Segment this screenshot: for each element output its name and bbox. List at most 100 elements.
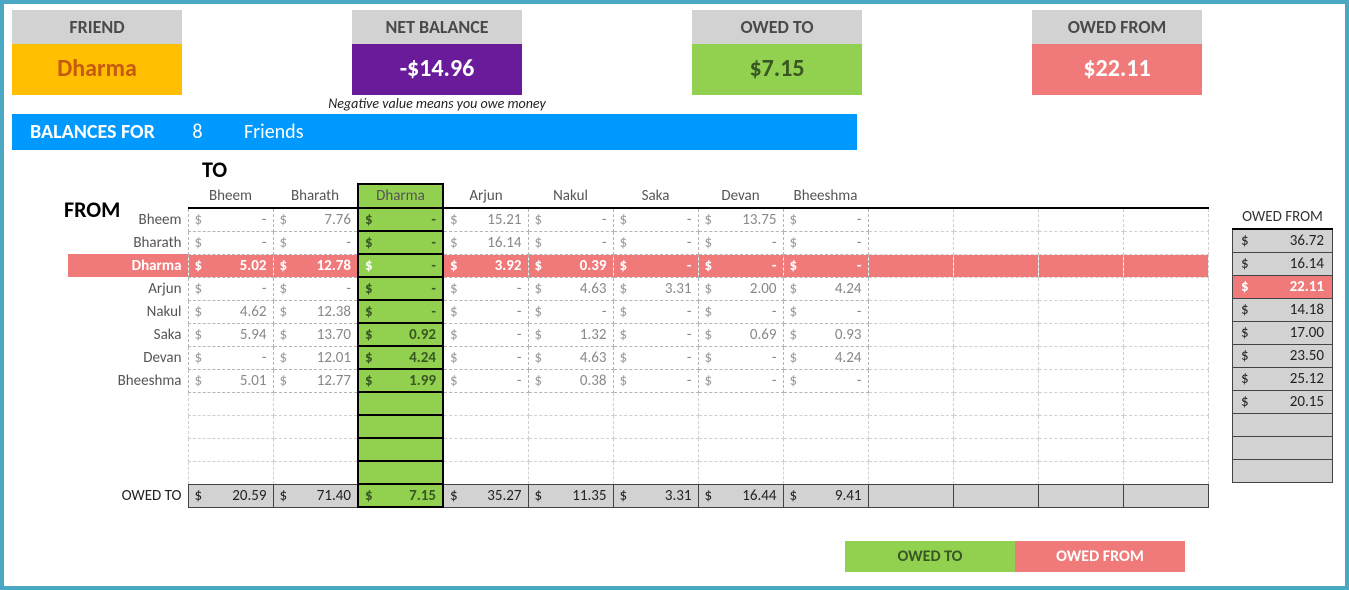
matrix-cell[interactable]: $- — [188, 231, 273, 254]
matrix-cell[interactable]: $- — [358, 231, 443, 254]
matrix-cell-empty[interactable] — [358, 438, 443, 461]
matrix-cell-empty[interactable] — [1038, 369, 1123, 392]
matrix-cell-empty[interactable] — [698, 461, 783, 484]
matrix-cell-empty[interactable] — [188, 438, 273, 461]
matrix-cell[interactable]: $3.31 — [613, 277, 698, 300]
matrix-cell[interactable]: $- — [273, 231, 358, 254]
matrix-cell[interactable]: $5.94 — [188, 323, 273, 346]
matrix-cell[interactable]: $12.77 — [273, 369, 358, 392]
matrix-cell-empty[interactable] — [1123, 254, 1208, 277]
matrix-cell-empty[interactable] — [358, 415, 443, 438]
matrix-cell[interactable]: $- — [613, 346, 698, 369]
matrix-cell-empty[interactable] — [188, 461, 273, 484]
matrix-cell-empty[interactable] — [1123, 277, 1208, 300]
matrix-cell[interactable]: $0.69 — [698, 323, 783, 346]
matrix-cell-empty[interactable] — [698, 415, 783, 438]
matrix-cell[interactable]: $2.00 — [698, 277, 783, 300]
matrix-cell-empty[interactable] — [1123, 346, 1208, 369]
matrix-cell[interactable]: $- — [443, 277, 528, 300]
matrix-cell-empty[interactable] — [1038, 415, 1123, 438]
matrix-cell[interactable]: $16.14 — [443, 231, 528, 254]
matrix-cell-empty[interactable] — [613, 415, 698, 438]
matrix-cell-empty[interactable] — [1038, 392, 1123, 415]
matrix-cell-empty[interactable] — [953, 231, 1038, 254]
matrix-cell[interactable]: $- — [358, 277, 443, 300]
matrix-cell[interactable]: $- — [613, 369, 698, 392]
matrix-cell[interactable]: $- — [783, 254, 868, 277]
matrix-cell-empty[interactable] — [528, 438, 613, 461]
matrix-cell[interactable]: $5.01 — [188, 369, 273, 392]
matrix-cell-empty[interactable] — [1038, 461, 1123, 484]
matrix-cell-empty[interactable] — [443, 392, 528, 415]
matrix-cell-empty[interactable] — [698, 392, 783, 415]
matrix-cell[interactable]: $4.63 — [528, 277, 613, 300]
matrix-cell[interactable]: $- — [783, 208, 868, 231]
matrix-cell-empty[interactable] — [953, 277, 1038, 300]
matrix-cell-empty[interactable] — [1038, 254, 1123, 277]
matrix-cell-empty[interactable] — [868, 415, 953, 438]
matrix-cell[interactable]: $- — [783, 369, 868, 392]
matrix-cell-empty[interactable] — [868, 392, 953, 415]
matrix-cell[interactable]: $- — [613, 254, 698, 277]
matrix-cell-empty[interactable] — [868, 438, 953, 461]
matrix-cell-empty[interactable] — [1123, 369, 1208, 392]
matrix-cell-empty[interactable] — [953, 438, 1038, 461]
matrix-cell[interactable]: $12.38 — [273, 300, 358, 323]
matrix-cell[interactable]: $- — [698, 231, 783, 254]
matrix-cell[interactable]: $- — [358, 208, 443, 231]
matrix-cell-empty[interactable] — [1123, 392, 1208, 415]
matrix-cell-empty[interactable] — [698, 438, 783, 461]
matrix-cell-empty[interactable] — [783, 392, 868, 415]
matrix-cell-empty[interactable] — [613, 438, 698, 461]
matrix-cell-empty[interactable] — [1123, 300, 1208, 323]
matrix-cell[interactable]: $- — [188, 346, 273, 369]
matrix-cell[interactable]: $12.01 — [273, 346, 358, 369]
matrix-cell-empty[interactable] — [868, 231, 953, 254]
matrix-cell[interactable]: $4.24 — [783, 277, 868, 300]
matrix-cell[interactable]: $- — [443, 369, 528, 392]
matrix-cell-empty[interactable] — [1038, 231, 1123, 254]
matrix-cell-empty[interactable] — [1123, 438, 1208, 461]
matrix-cell-empty[interactable] — [783, 415, 868, 438]
matrix-cell-empty[interactable] — [1038, 208, 1123, 231]
matrix-cell-empty[interactable] — [1038, 323, 1123, 346]
matrix-cell[interactable]: $4.24 — [358, 346, 443, 369]
matrix-cell[interactable]: $1.32 — [528, 323, 613, 346]
matrix-cell[interactable]: $- — [443, 323, 528, 346]
matrix-cell[interactable]: $0.92 — [358, 323, 443, 346]
matrix-cell[interactable]: $- — [698, 346, 783, 369]
matrix-cell-empty[interactable] — [953, 346, 1038, 369]
matrix-cell-empty[interactable] — [1038, 277, 1123, 300]
matrix-cell[interactable]: $0.39 — [528, 254, 613, 277]
matrix-cell[interactable]: $4.63 — [528, 346, 613, 369]
matrix-cell[interactable]: $5.02 — [188, 254, 273, 277]
matrix-cell[interactable]: $- — [613, 231, 698, 254]
matrix-cell-empty[interactable] — [528, 415, 613, 438]
matrix-cell-empty[interactable] — [1123, 231, 1208, 254]
matrix-cell-empty[interactable] — [868, 300, 953, 323]
matrix-cell[interactable]: $- — [188, 208, 273, 231]
matrix-cell[interactable]: $- — [358, 300, 443, 323]
matrix-cell[interactable]: $3.92 — [443, 254, 528, 277]
matrix-cell-empty[interactable] — [1123, 323, 1208, 346]
matrix-cell-empty[interactable] — [528, 461, 613, 484]
matrix-cell-empty[interactable] — [868, 346, 953, 369]
matrix-cell[interactable]: $1.99 — [358, 369, 443, 392]
matrix-cell[interactable]: $- — [698, 369, 783, 392]
matrix-cell[interactable]: $- — [443, 300, 528, 323]
matrix-cell-empty[interactable] — [1038, 300, 1123, 323]
matrix-cell-empty[interactable] — [1038, 346, 1123, 369]
matrix-cell[interactable]: $0.38 — [528, 369, 613, 392]
matrix-cell-empty[interactable] — [443, 415, 528, 438]
matrix-cell-empty[interactable] — [1123, 415, 1208, 438]
matrix-cell-empty[interactable] — [868, 461, 953, 484]
matrix-cell-empty[interactable] — [953, 415, 1038, 438]
matrix-cell-empty[interactable] — [953, 323, 1038, 346]
matrix-cell-empty[interactable] — [868, 208, 953, 231]
matrix-cell-empty[interactable] — [1123, 208, 1208, 231]
matrix-cell[interactable]: $0.93 — [783, 323, 868, 346]
matrix-cell-empty[interactable] — [188, 392, 273, 415]
matrix-cell[interactable]: $13.70 — [273, 323, 358, 346]
matrix-cell[interactable]: $7.76 — [273, 208, 358, 231]
matrix-cell-empty[interactable] — [1038, 438, 1123, 461]
